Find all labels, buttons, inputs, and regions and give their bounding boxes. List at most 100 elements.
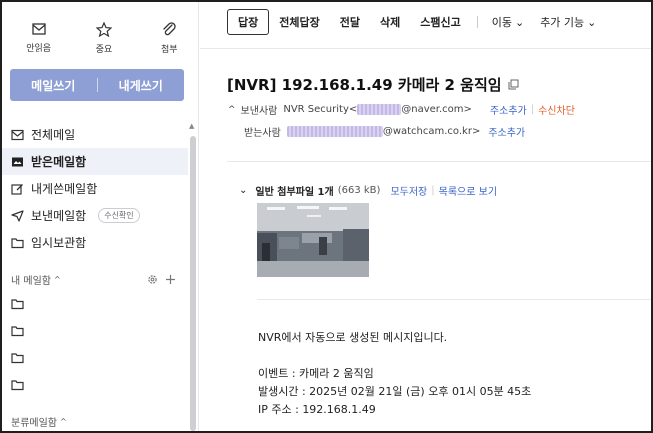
recipient-redacted xyxy=(286,126,383,137)
write-to-self-button[interactable]: 내게쓰기 xyxy=(98,77,185,94)
folder-icon xyxy=(11,298,24,309)
read-receipt-badge[interactable]: 수신확인 xyxy=(98,208,140,223)
block-sender-link[interactable]: 수신차단 xyxy=(538,102,575,117)
menu-item-all-mail[interactable]: 전체메일 xyxy=(2,121,188,148)
meta-divider: | xyxy=(431,185,435,196)
sender-name[interactable]: NVR Security< xyxy=(283,104,357,115)
custom-folder[interactable] xyxy=(11,344,24,371)
recipient-row: 받는사람 @watchcam.co.kr> 주소추가 xyxy=(244,124,525,139)
filter-attachment[interactable]: 첨부 xyxy=(141,22,198,55)
category-mailbox-header[interactable]: 분류메일함 ^ xyxy=(11,414,176,429)
recipient-label: 받는사람 xyxy=(244,128,281,139)
report-spam-button[interactable]: 스팸신고 xyxy=(410,14,470,30)
list-view-link[interactable]: 목록으로 보기 xyxy=(439,183,497,198)
my-mailbox-label: 내 메일함 xyxy=(11,276,51,287)
mailbox-icon xyxy=(11,129,24,140)
camera-snapshot-image xyxy=(257,203,369,277)
reply-all-button[interactable]: 전체답장 xyxy=(269,14,329,30)
star-icon xyxy=(95,22,112,37)
sidebar: 안읽음 중요 첨부 메일쓰기 내게쓰기 ▲ 전체메일 받은메일함 내게쓴메일함 … xyxy=(2,2,199,431)
category-mailbox-label: 분류메일함 xyxy=(11,418,57,429)
sender-label: 보낸사람 xyxy=(240,106,278,117)
filter-important[interactable]: 중요 xyxy=(75,22,132,55)
more-features-dropdown[interactable]: 추가 기능 ⌄ xyxy=(532,14,604,30)
copy-icon[interactable] xyxy=(508,79,519,90)
gear-icon[interactable] xyxy=(147,274,158,285)
compose-bar: 메일쓰기 내게쓰기 xyxy=(10,69,184,101)
sender-redacted xyxy=(357,104,402,115)
sender-domain[interactable]: @naver.com> xyxy=(401,104,472,115)
move-dropdown[interactable]: 이동 ⌄ xyxy=(484,14,532,30)
body-line: 발생시간 : 2025년 02월 21일 (금) 오후 01시 05분 45초 xyxy=(258,385,532,398)
menu-item-label: 받은메일함 xyxy=(31,155,87,169)
quick-filters: 안읽음 중요 첨부 xyxy=(2,22,198,55)
add-recipient-contact-link[interactable]: 주소추가 xyxy=(488,124,525,139)
folder-icon xyxy=(11,352,24,363)
sender-row: ^ 보낸사람 NVR Security< @naver.com> 주소추가 | … xyxy=(228,102,575,117)
menu-item-drafts[interactable]: 임시보관함 xyxy=(2,229,188,256)
folder-icon xyxy=(11,237,24,248)
body-line: NVR에서 자동으로 생성된 메시지입니다. xyxy=(258,331,448,344)
folder-icon xyxy=(11,379,24,390)
menu-item-sent[interactable]: 보낸메일함 수신확인 xyxy=(2,202,188,229)
chevron-up-icon[interactable]: ^ xyxy=(60,417,67,426)
toolbar-divider xyxy=(476,16,478,28)
toolbar-divider-line xyxy=(200,48,651,49)
attachment-thumbnail[interactable] xyxy=(257,203,369,277)
scroll-up-icon[interactable]: ▲ xyxy=(189,122,194,130)
body-line: IP 주소 : 192.168.1.49 xyxy=(258,403,376,416)
filter-unread[interactable]: 안읽음 xyxy=(10,22,67,55)
menu-item-label: 내게쓴메일함 xyxy=(31,182,98,196)
more-label: 추가 기능 xyxy=(540,16,585,29)
body-line: 이벤트 : 카메라 2 움직임 xyxy=(258,367,374,380)
menu-item-label: 전체메일 xyxy=(31,128,76,142)
attachment-divider xyxy=(257,299,651,300)
filter-important-label: 중요 xyxy=(95,45,113,55)
menu-item-label: 보낸메일함 xyxy=(31,209,87,223)
custom-folder[interactable] xyxy=(11,371,24,398)
plus-icon[interactable] xyxy=(165,274,176,285)
mailbox-menu: 전체메일 받은메일함 내게쓴메일함 보낸메일함 수신확인 임시보관함 xyxy=(2,121,188,256)
compose-button[interactable]: 메일쓰기 xyxy=(10,77,97,94)
mail-window: 안읽음 중요 첨부 메일쓰기 내게쓰기 ▲ 전체메일 받은메일함 내게쓴메일함 … xyxy=(0,0,653,433)
menu-item-inbox[interactable]: 받은메일함 xyxy=(2,148,188,175)
attachment-title: 일반 첨부파일 1개 xyxy=(255,187,334,198)
delete-button[interactable]: 삭제 xyxy=(370,14,410,30)
edit-icon xyxy=(11,183,23,195)
custom-folder-list xyxy=(11,290,24,398)
custom-folder[interactable] xyxy=(11,317,24,344)
save-all-link[interactable]: 모두저장 xyxy=(390,183,427,198)
attachment-size: (663 kB) xyxy=(337,185,381,196)
attachment-header: ⌄ 일반 첨부파일 1개 (663 kB) 모두저장 | 목록으로 보기 xyxy=(239,183,497,198)
mail-body: NVR에서 자동으로 생성된 메시지입니다. 이벤트 : 카메라 2 움직임 발… xyxy=(258,329,531,419)
chevron-down-icon[interactable]: ⌄ xyxy=(239,185,247,196)
move-label: 이동 xyxy=(491,16,512,29)
forward-button[interactable]: 전달 xyxy=(330,14,370,30)
menu-item-self-mail[interactable]: 내게쓴메일함 xyxy=(2,175,188,202)
my-mailbox-header[interactable]: 내 메일함 ^ xyxy=(11,272,176,287)
recipient-domain[interactable]: @watchcam.co.kr> xyxy=(383,126,481,137)
sidebar-scrollbar[interactable] xyxy=(190,136,196,431)
chevron-up-icon[interactable]: ^ xyxy=(54,275,61,284)
chevron-up-icon[interactable]: ^ xyxy=(228,105,236,115)
inbox-icon xyxy=(12,157,23,166)
paperclip-icon xyxy=(163,22,176,36)
filter-unread-label: 안읽음 xyxy=(26,44,52,54)
menu-item-label: 임시보관함 xyxy=(31,236,87,250)
custom-folder[interactable] xyxy=(11,290,24,317)
envelope-icon xyxy=(32,23,46,35)
reply-button[interactable]: 답장 xyxy=(227,9,270,35)
add-sender-contact-link[interactable]: 주소추가 xyxy=(490,102,527,117)
header-divider xyxy=(227,161,651,162)
meta-divider: | xyxy=(530,104,535,115)
mail-toolbar: 답장 전체답장 전달 삭제 스팸신고 이동 ⌄ 추가 기능 ⌄ xyxy=(200,8,651,36)
chevron-down-icon: ⌄ xyxy=(514,15,525,29)
folder-icon xyxy=(11,325,24,336)
subject-text: [NVR] 192.168.1.49 카메라 2 움직임 xyxy=(227,76,502,94)
filter-attachment-label: 첨부 xyxy=(161,45,178,55)
mail-subject: [NVR] 192.168.1.49 카메라 2 움직임 xyxy=(227,74,519,95)
chevron-down-icon: ⌄ xyxy=(587,15,597,29)
send-icon xyxy=(11,209,24,222)
mail-view: 답장 전체답장 전달 삭제 스팸신고 이동 ⌄ 추가 기능 ⌄ [NVR] 19… xyxy=(200,2,651,431)
